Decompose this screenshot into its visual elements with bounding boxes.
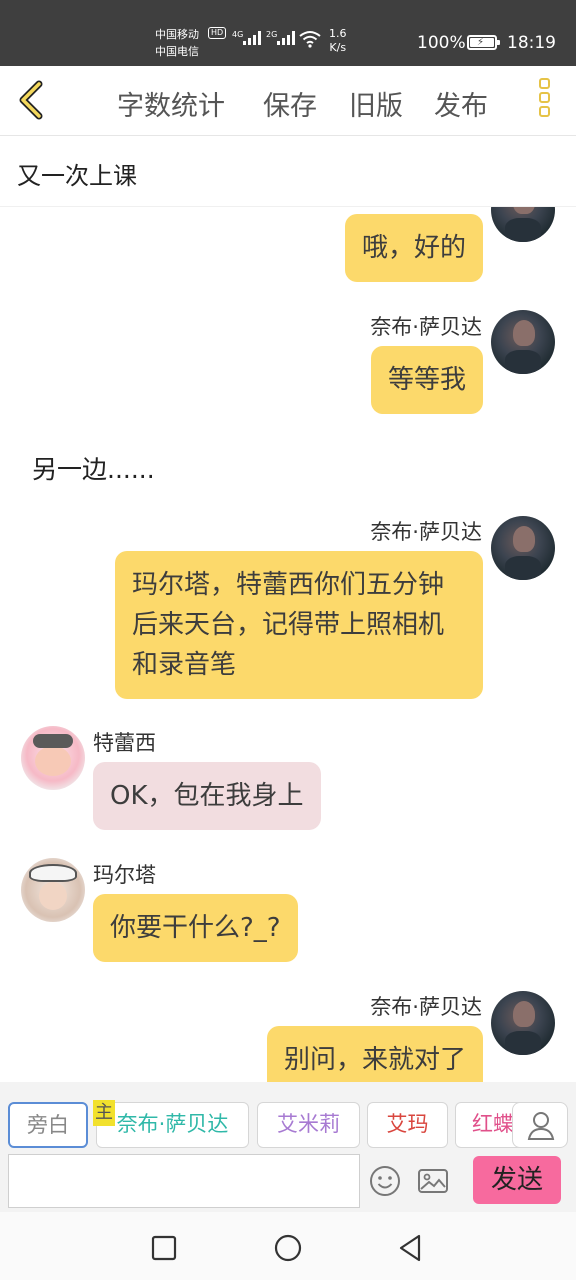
chat-area[interactable]: 哦，好的 奈布·萨贝达 等等我 另一边...... 奈布·萨贝达 玛尔塔，特蕾西… xyxy=(0,207,576,1082)
sender-name: 奈布·萨贝达 xyxy=(370,520,482,544)
image-icon xyxy=(418,1169,448,1193)
home-button[interactable] xyxy=(268,1228,308,1268)
square-icon xyxy=(151,1235,177,1261)
composer-panel: 旁白 奈布·萨贝达 主 艾米莉 艾玛 红蝶 发送 xyxy=(0,1082,576,1212)
master-role-badge: 主 xyxy=(93,1100,115,1126)
story-title-bar: 又一次上课 xyxy=(0,136,576,207)
message-input[interactable] xyxy=(8,1154,360,1208)
network-type-1: 4G xyxy=(232,30,244,39)
battery-icon: ⚡ xyxy=(467,35,500,50)
message-bubble[interactable]: OK，包在我身上 xyxy=(93,762,321,830)
role-manage-button[interactable] xyxy=(512,1102,568,1148)
speed-value: 1.6 xyxy=(329,27,347,40)
battery-percent: 100% xyxy=(417,33,466,53)
triangle-back-icon xyxy=(399,1234,421,1262)
avatar-nabu[interactable] xyxy=(491,516,555,580)
sender-name: 特蕾西 xyxy=(93,731,156,755)
carrier-labels: 中国移动 中国电信 xyxy=(155,26,199,60)
role-chip-nabu[interactable]: 奈布·萨贝达 xyxy=(96,1102,249,1148)
avatar-nabu[interactable] xyxy=(491,310,555,374)
avatar-tracy[interactable] xyxy=(21,726,85,790)
avatar-nabu[interactable] xyxy=(491,991,555,1055)
narration-text[interactable]: 另一边...... xyxy=(32,450,155,486)
clock: 18:19 xyxy=(507,33,556,53)
sender-name: 奈布·萨贝达 xyxy=(370,315,482,339)
circle-icon xyxy=(274,1234,302,1262)
network-type-2: 2G xyxy=(266,30,278,39)
word-count-button[interactable]: 字数统计 xyxy=(117,84,225,123)
message-bubble[interactable]: 别问，来就对了 xyxy=(266,1026,483,1082)
wifi-icon xyxy=(299,31,321,48)
emoji-icon xyxy=(370,1166,400,1196)
signal-1-icon xyxy=(243,31,261,45)
network-speed: 1.6 K/s xyxy=(329,27,347,55)
message-bubble[interactable]: 哦，好的 xyxy=(344,214,483,282)
send-button[interactable]: 发送 xyxy=(473,1156,561,1204)
chevron-left-icon xyxy=(19,80,43,120)
hd-badge: HD xyxy=(208,27,227,39)
story-title[interactable]: 又一次上课 xyxy=(17,156,137,191)
user-icon xyxy=(527,1112,555,1140)
carrier-2: 中国电信 xyxy=(155,45,199,58)
old-version-button[interactable]: 旧版 xyxy=(349,84,403,123)
system-nav-bar xyxy=(0,1212,576,1280)
avatar-martha[interactable] xyxy=(21,858,85,922)
system-back-button[interactable] xyxy=(390,1228,430,1268)
signal-2-icon xyxy=(277,31,295,45)
sender-name: 奈布·萨贝达 xyxy=(370,995,482,1019)
back-button[interactable] xyxy=(12,78,52,122)
save-button[interactable]: 保存 xyxy=(263,84,317,123)
image-button[interactable] xyxy=(416,1164,450,1198)
editor-toolbar: 字数统计 保存 旧版 发布 xyxy=(0,66,576,136)
message-bubble[interactable]: 玛尔塔，特蕾西你们五分钟后来天台，记得带上照相机和录音笔 xyxy=(115,551,483,699)
recent-apps-button[interactable] xyxy=(144,1228,184,1268)
role-chip-emma[interactable]: 艾玛 xyxy=(367,1102,448,1148)
emoji-button[interactable] xyxy=(368,1164,402,1198)
carrier-1: 中国移动 xyxy=(155,28,199,41)
speed-unit: K/s xyxy=(329,41,347,54)
avatar-nabu[interactable] xyxy=(491,207,555,242)
sender-name: 玛尔塔 xyxy=(93,863,156,887)
status-bar: 中国移动 中国电信 HD 4G 2G 1.6 K/s 100% ⚡ 18:19 xyxy=(0,0,576,66)
role-chip-narrator[interactable]: 旁白 xyxy=(8,1102,88,1148)
publish-button[interactable]: 发布 xyxy=(434,84,488,123)
role-chip-emily[interactable]: 艾米莉 xyxy=(257,1102,360,1148)
message-bubble[interactable]: 等等我 xyxy=(370,346,483,414)
more-vertical-icon[interactable] xyxy=(530,78,558,124)
message-bubble[interactable]: 你要干什么?_? xyxy=(93,894,298,962)
